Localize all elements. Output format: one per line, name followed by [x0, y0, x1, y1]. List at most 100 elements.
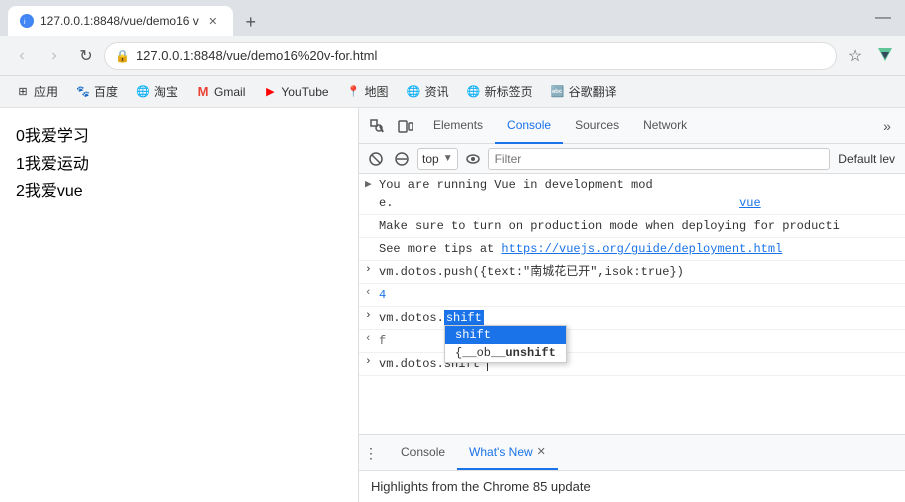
whats-new-panel: Highlights from the Chrome 85 update	[359, 470, 905, 502]
list-item-1: 1我爱运动	[16, 152, 342, 178]
inspect-element-button[interactable]	[365, 114, 389, 138]
console-prompt-arrow3: ›	[365, 356, 379, 368]
block-requests-button[interactable]	[391, 148, 413, 170]
console-result-4: 4	[379, 286, 899, 304]
console-line-vue2: Make sure to turn on production mode whe…	[359, 215, 905, 238]
bookmark-translate-label: 谷歌翻译	[569, 83, 617, 100]
maps-icon: 📍	[347, 85, 361, 99]
console-line-push: › vm.dotos.push({text:"南城花已开",isok:true}…	[359, 261, 905, 284]
list-item-2: 2我爱vue	[16, 179, 342, 205]
bookmark-maps-label: 地图	[365, 83, 389, 100]
bookmark-baidu-label: 百度	[94, 83, 118, 100]
bookmark-youtube-label: YouTube	[281, 85, 328, 99]
bottom-tab-whats-new[interactable]: What's New ✕	[457, 435, 558, 470]
autocomplete-shift[interactable]: shift	[445, 326, 566, 344]
console-prompt-arrow2: ›	[365, 310, 379, 322]
devtools-more-tabs-button[interactable]: »	[875, 114, 899, 138]
new-tab-button[interactable]: +	[237, 8, 265, 36]
tab-favicon: i	[20, 14, 34, 28]
console-message-text: You are running Vue in development mode.…	[379, 176, 899, 212]
bottom-tab-area: Console What's New ✕	[383, 435, 905, 470]
device-toggle-button[interactable]	[393, 114, 417, 138]
bookmark-gmail[interactable]: M Gmail	[188, 82, 253, 102]
bookmark-apps-label: 应用	[34, 83, 58, 100]
youtube-icon: ▶	[263, 85, 277, 99]
gmail-icon: M	[196, 85, 210, 99]
devtools-bottom-bar: ⋮ Console What's New ✕	[359, 434, 905, 470]
bookmarks-bar: ⊞ 应用 🐾 百度 🌐 淘宝 M Gmail ▶ YouTube 📍 地图 🌐 …	[0, 76, 905, 108]
filter-input[interactable]	[488, 148, 831, 170]
bookmark-maps[interactable]: 📍 地图	[339, 80, 397, 103]
bookmark-taobao[interactable]: 🌐 淘宝	[128, 80, 186, 103]
browser-window: i 127.0.0.1:8848/vue/demo16 v ✕ + — ‹ › …	[0, 0, 905, 502]
page-content: 0我爱学习 1我爱运动 2我爱vue	[0, 108, 358, 502]
console-prompt-arrow: ›	[365, 264, 379, 276]
whats-new-highlights: Highlights from the Chrome 85 update	[371, 479, 591, 494]
tab-bar: i 127.0.0.1:8848/vue/demo16 v ✕ +	[8, 0, 865, 36]
title-bar: i 127.0.0.1:8848/vue/demo16 v ✕ + —	[0, 0, 905, 36]
bookmark-translate[interactable]: 🔤 谷歌翻译	[543, 80, 625, 103]
bottom-tab-console[interactable]: Console	[389, 435, 457, 470]
tab-elements[interactable]: Elements	[421, 108, 495, 144]
vue-link[interactable]: vue	[739, 196, 761, 210]
refresh-button[interactable]: ↻	[72, 42, 100, 70]
news-icon: 🌐	[407, 85, 421, 99]
eye-button[interactable]	[462, 148, 484, 170]
tab-sources[interactable]: Sources	[563, 108, 631, 144]
context-selector[interactable]: top ▼	[417, 148, 458, 170]
devtools-tabs: Elements Console Sources Network	[421, 108, 871, 144]
log-level-selector[interactable]: Default lev	[834, 152, 899, 166]
main-content: 0我爱学习 1我爱运动 2我爱vue Elements Console Sour…	[0, 108, 905, 502]
address-bar[interactable]: 🔒 127.0.0.1:8848/vue/demo16%20v-for.html	[104, 42, 837, 70]
bottom-tab-console-label: Console	[401, 445, 445, 459]
bottom-tab-close-button[interactable]: ✕	[537, 445, 546, 458]
bookmark-youtube[interactable]: ▶ YouTube	[255, 82, 336, 102]
console-line-f: ‹ f	[359, 330, 905, 353]
bookmark-taobao-label: 淘宝	[154, 83, 178, 100]
console-arrow-spacer2	[365, 241, 379, 253]
bookmark-baidu[interactable]: 🐾 百度	[68, 80, 126, 103]
console-output: ▶ You are running Vue in development mod…	[359, 174, 905, 434]
bookmark-newtab-label: 新标签页	[485, 83, 533, 100]
devtools-header: Elements Console Sources Network »	[359, 108, 905, 144]
tab-close-button[interactable]: ✕	[205, 13, 221, 29]
list-item-0: 0我爱学习	[16, 124, 342, 150]
browser-tab[interactable]: i 127.0.0.1:8848/vue/demo16 v ✕	[8, 6, 233, 36]
baidu-icon: 🐾	[76, 85, 90, 99]
console-input-push: vm.dotos.push({text:"南城花已开",isok:true})	[379, 263, 899, 281]
bottom-tab-whats-new-label: What's New	[469, 445, 533, 459]
console-message-text2: Make sure to turn on production mode whe…	[379, 217, 899, 235]
vuejs-deployment-link[interactable]: https://vuejs.org/guide/deployment.html	[501, 242, 782, 256]
bookmark-button[interactable]: ☆	[841, 42, 869, 70]
bookmark-gmail-label: Gmail	[214, 85, 245, 99]
console-message-text3: See more tips at https://vuejs.org/guide…	[379, 240, 899, 258]
devtools-toolbar: top ▼ Default lev	[359, 144, 905, 174]
tab-title: 127.0.0.1:8848/vue/demo16 v	[40, 14, 199, 28]
back-button[interactable]: ‹	[8, 42, 36, 70]
translate-icon: 🔤	[551, 85, 565, 99]
clear-console-button[interactable]	[365, 148, 387, 170]
tab-console[interactable]: Console	[495, 108, 563, 144]
console-line-shift2: › vm.dotos.shift	[359, 353, 905, 376]
apps-icon: ⊞	[16, 85, 30, 99]
console-expand-arrow[interactable]: ▶	[365, 177, 379, 191]
context-value: top	[422, 152, 439, 166]
console-arrow-spacer	[365, 218, 379, 230]
console-result-arrow: ‹	[365, 287, 379, 299]
autocomplete-unshift[interactable]: {__ob__unshift	[445, 344, 566, 362]
bookmark-news[interactable]: 🌐 资讯	[399, 80, 457, 103]
console-line-result4: ‹ 4	[359, 284, 905, 307]
tab-network[interactable]: Network	[631, 108, 699, 144]
bookmark-apps[interactable]: ⊞ 应用	[8, 80, 66, 103]
navigation-bar: ‹ › ↻ 🔒 127.0.0.1:8848/vue/demo16%20v-fo…	[0, 36, 905, 76]
bookmark-newtab[interactable]: 🌐 新标签页	[459, 80, 541, 103]
console-line-vue1: ▶ You are running Vue in development mod…	[359, 174, 905, 215]
forward-button[interactable]: ›	[40, 42, 68, 70]
minimize-button[interactable]: —	[869, 4, 897, 32]
vuejs-icon	[873, 44, 897, 68]
console-line-vue3: See more tips at https://vuejs.org/guide…	[359, 238, 905, 261]
console-line-shift: › vm.dotos.shift shift {__ob__unshift	[359, 307, 905, 330]
bottom-menu-button[interactable]: ⋮	[359, 435, 383, 471]
bookmark-news-label: 资讯	[425, 83, 449, 100]
security-icon: 🔒	[115, 49, 130, 63]
